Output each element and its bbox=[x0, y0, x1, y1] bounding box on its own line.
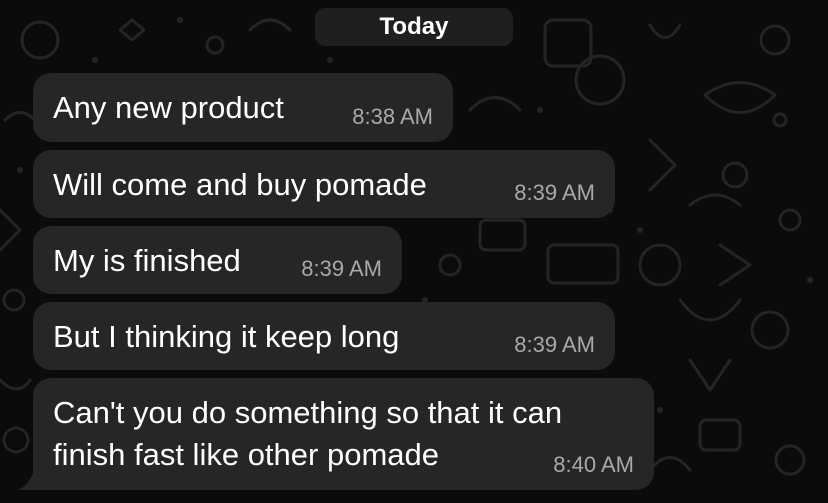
message-timestamp: 8:40 AM bbox=[553, 452, 634, 477]
message-bubble[interactable]: Can't you do something so that it can fi… bbox=[33, 378, 654, 490]
message-text-line-2: finish fast like other pomade bbox=[53, 437, 439, 472]
message-timestamp: 8:38 AM bbox=[352, 104, 433, 129]
message-text: Will come and buy pomade bbox=[53, 167, 427, 202]
message-text: My is finished bbox=[53, 243, 241, 278]
message-text: But I thinking it keep long bbox=[53, 319, 400, 354]
message-text: Any new product bbox=[53, 90, 284, 125]
message-timestamp: 8:39 AM bbox=[514, 180, 595, 205]
date-separator: Today bbox=[315, 8, 513, 46]
message-bubble[interactable]: Will come and buy pomade 8:39 AM bbox=[33, 150, 615, 218]
bubble-tail bbox=[18, 462, 48, 490]
message-timestamp: 8:39 AM bbox=[514, 332, 595, 357]
message-bubble[interactable]: But I thinking it keep long 8:39 AM bbox=[33, 302, 615, 370]
message-bubble[interactable]: Any new product 8:38 AM bbox=[33, 73, 453, 142]
message-text-line-1: Can't you do something so that it can bbox=[53, 395, 563, 430]
message-bubble[interactable]: My is finished 8:39 AM bbox=[33, 226, 402, 294]
message-timestamp: 8:39 AM bbox=[301, 256, 382, 281]
